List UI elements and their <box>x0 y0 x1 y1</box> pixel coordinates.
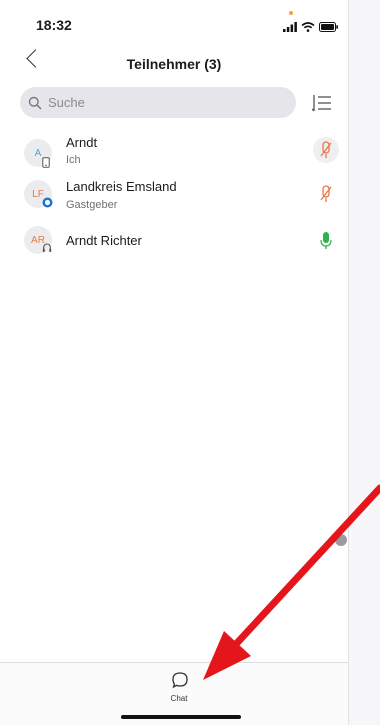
participant-row[interactable]: AR Arndt Richter <box>0 222 348 268</box>
signal-icon <box>283 22 297 32</box>
wifi-icon <box>301 22 315 32</box>
status-time: 18:32 <box>36 17 72 33</box>
background-screen-edge <box>349 0 380 725</box>
search-input[interactable]: Suche <box>20 87 296 118</box>
search-placeholder: Suche <box>48 95 85 110</box>
headset-icon <box>42 243 52 252</box>
navigation-bar: Teilnehmer (3) <box>0 46 348 78</box>
avatar-initials: A <box>34 147 42 159</box>
participant-role: Ich <box>66 154 81 166</box>
participant-name: Landkreis Emsland <box>66 179 177 194</box>
search-row: Suche <box>20 87 340 119</box>
chat-button[interactable]: Chat <box>159 671 199 707</box>
sort-list-icon[interactable] <box>312 94 332 112</box>
participant-role: Gastgeber <box>66 199 118 211</box>
battery-icon <box>319 22 338 32</box>
participant-row[interactable]: A Arndt Ich <box>0 130 348 176</box>
participant-name: Arndt <box>66 135 98 150</box>
search-icon <box>28 96 46 110</box>
participant-name: Arndt Richter <box>66 233 142 248</box>
participants-screen: 18:32 Teilnehmer (3) Suche A Arndt Ich L… <box>0 0 349 725</box>
status-bar: 18:32 <box>0 0 348 42</box>
muted-mic-icon[interactable] <box>317 139 335 161</box>
privacy-indicator-dot <box>289 11 293 15</box>
floating-handle-icon <box>335 534 347 546</box>
muted-mic-icon[interactable] <box>317 183 335 205</box>
chat-label: Chat <box>170 694 188 703</box>
phone-icon <box>42 157 50 168</box>
bottom-toolbar: Chat <box>0 662 348 725</box>
page-title: Teilnehmer (3) <box>126 56 222 72</box>
active-mic-icon[interactable] <box>317 230 335 252</box>
status-icons <box>283 20 339 34</box>
participant-row[interactable]: LF Landkreis Emsland Gastgeber <box>0 176 348 222</box>
chat-bubble-icon <box>172 672 188 689</box>
app-icon <box>42 197 53 208</box>
home-indicator[interactable] <box>121 715 241 719</box>
